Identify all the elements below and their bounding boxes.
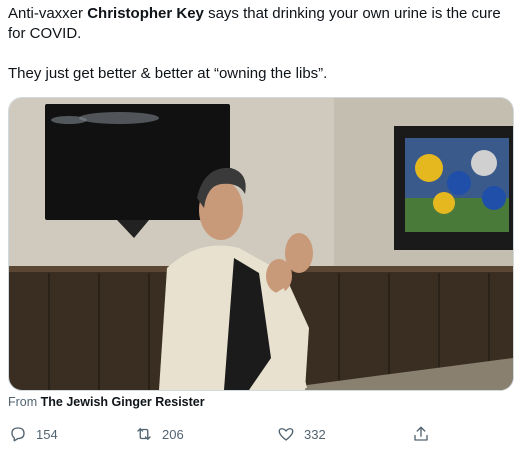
mentioned-person-name: Christopher Key: [87, 5, 204, 22]
video-attribution: From The Jewish Ginger Resister: [8, 395, 205, 409]
share-button[interactable]: [412, 420, 430, 448]
tweet-paragraph-1: Anti-vaxxer Christopher Key says that dr…: [8, 4, 508, 44]
tweet-paragraph-2: They just get better & better at “owning…: [8, 65, 328, 82]
video-media[interactable]: [8, 97, 514, 391]
video-frame: [9, 98, 513, 390]
tweet-text: Anti-vaxxer Christopher Key says that dr…: [8, 4, 508, 84]
share-icon: [414, 426, 428, 441]
reply-button[interactable]: 154: [9, 420, 58, 448]
heart-icon: [278, 428, 294, 441]
tweet-text-prefix: Anti-vaxxer: [8, 5, 88, 22]
retweet-icon: [137, 428, 151, 440]
reply-count: 154: [36, 426, 58, 442]
like-count: 332: [304, 426, 326, 442]
retweet-button[interactable]: 206: [135, 420, 184, 448]
reply-icon: [11, 427, 25, 442]
retweet-count: 206: [162, 426, 184, 442]
like-button[interactable]: 332: [277, 420, 326, 448]
attribution-from-label: From: [8, 395, 38, 409]
tweet-actions: 154 206 332: [0, 420, 518, 448]
attribution-source-link[interactable]: The Jewish Ginger Resister: [41, 395, 205, 409]
